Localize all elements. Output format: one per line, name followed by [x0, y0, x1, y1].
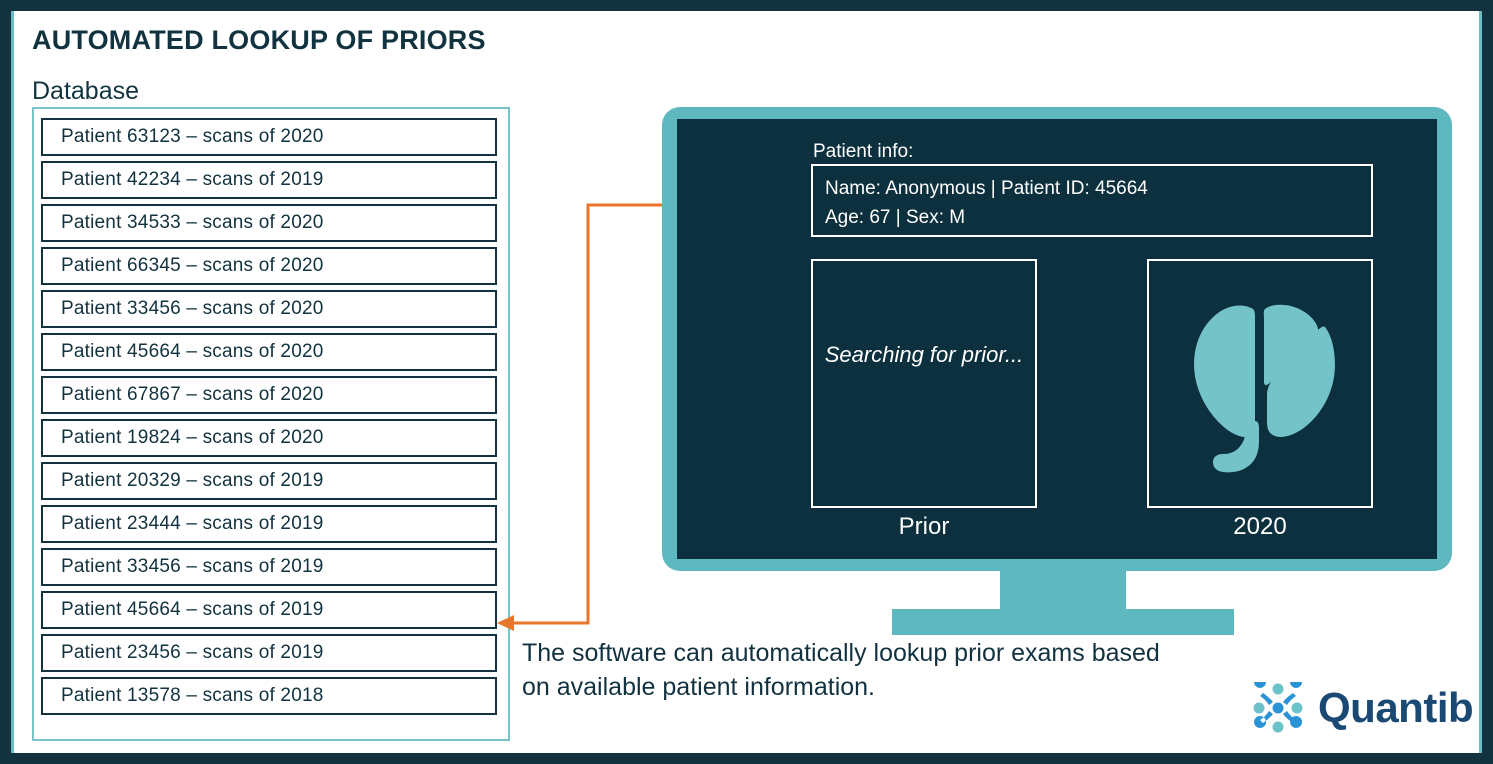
- database-row-label: Patient 45664 – scans of 2019: [61, 599, 324, 620]
- database-row[interactable]: Patient 23456 – scans of 2019: [41, 634, 497, 672]
- patient-info-line-2: Age: 67 | Sex: M: [825, 207, 966, 228]
- slide-frame: AUTOMATED LOOKUP OF PRIORS Database Pati…: [0, 0, 1493, 764]
- patient-info-label: Patient info:: [813, 141, 914, 162]
- slide-canvas: AUTOMATED LOOKUP OF PRIORS Database Pati…: [11, 11, 1482, 753]
- monitor-bezel: Patient info: Name: Anonymous | Patient …: [662, 107, 1452, 571]
- database-row-label: Patient 34533 – scans of 2020: [61, 212, 324, 233]
- page-title: AUTOMATED LOOKUP OF PRIORS: [32, 25, 486, 55]
- current-image-panel[interactable]: [1147, 259, 1373, 508]
- database-row[interactable]: Patient 67867 – scans of 2020: [41, 376, 497, 414]
- current-panel-caption: 2020: [1233, 513, 1287, 540]
- database-row[interactable]: Patient 33456 – scans of 2019: [41, 548, 497, 586]
- database-row[interactable]: Patient 45664 – scans of 2020: [41, 333, 497, 371]
- database-row[interactable]: Patient 66345 – scans of 2020: [41, 247, 497, 285]
- database-panel: Patient 63123 – scans of 2020 Patient 422…: [32, 107, 510, 741]
- database-row[interactable]: Patient 20329 – scans of 2019: [41, 462, 497, 500]
- searching-status-text: Searching for prior...: [824, 342, 1024, 367]
- database-row[interactable]: Patient 23444 – scans of 2019: [41, 505, 497, 543]
- database-row-label: Patient 33456 – scans of 2020: [61, 298, 324, 319]
- database-row[interactable]: Patient 33456 – scans of 2020: [41, 290, 497, 328]
- database-row[interactable]: Patient 42234 – scans of 2019: [41, 161, 497, 199]
- database-row[interactable]: Patient 45664 – scans of 2019: [41, 591, 497, 629]
- prostate-icon: [1149, 261, 1371, 506]
- monitor-screen: Patient info: Name: Anonymous | Patient …: [677, 119, 1437, 559]
- monitor-stand-neck: [1000, 571, 1126, 609]
- database-row[interactable]: Patient 63123 – scans of 2020: [41, 118, 497, 156]
- database-label: Database: [32, 77, 140, 105]
- monitor-stand-base: [892, 609, 1234, 635]
- quantib-network-mark: [1253, 682, 1303, 733]
- logo-wordmark: Quantib: [1318, 684, 1474, 731]
- patient-info-box: Name: Anonymous | Patient ID: 45664 Age:…: [811, 164, 1373, 237]
- patient-info-line-1: Name: Anonymous | Patient ID: 45664: [825, 178, 1148, 199]
- database-row-label: Patient 23444 – scans of 2019: [61, 513, 324, 534]
- prior-image-panel[interactable]: Searching for prior...: [811, 259, 1037, 508]
- database-list: Patient 63123 – scans of 2020 Patient 422…: [41, 118, 503, 720]
- database-row-label: Patient 23456 – scans of 2019: [61, 642, 324, 663]
- database-row[interactable]: Patient 13578 – scans of 2018: [41, 677, 497, 715]
- database-row-label: Patient 63123 – scans of 2020: [61, 126, 324, 147]
- prior-panel-caption: Prior: [898, 513, 950, 540]
- database-row-label: Patient 19824 – scans of 2020: [61, 427, 324, 448]
- database-row-label: Patient 13578 – scans of 2018: [61, 685, 324, 706]
- database-row-label: Patient 67867 – scans of 2020: [61, 384, 324, 405]
- quantib-logo: Quantib: [1250, 679, 1474, 737]
- database-row[interactable]: Patient 19824 – scans of 2020: [41, 419, 497, 457]
- explanatory-caption: The software can automatically lookup pr…: [522, 639, 1160, 701]
- monitor: Patient info: Name: Anonymous | Patient …: [662, 107, 1452, 635]
- database-row[interactable]: Patient 34533 – scans of 2020: [41, 204, 497, 242]
- database-row-label: Patient 42234 – scans of 2019: [61, 169, 324, 190]
- database-row-label: Patient 45664 – scans of 2020: [61, 341, 324, 362]
- database-row-label: Patient 33456 – scans of 2019: [61, 556, 324, 577]
- database-row-label: Patient 66345 – scans of 2020: [61, 255, 324, 276]
- database-row-label: Patient 20329 – scans of 2019: [61, 470, 324, 491]
